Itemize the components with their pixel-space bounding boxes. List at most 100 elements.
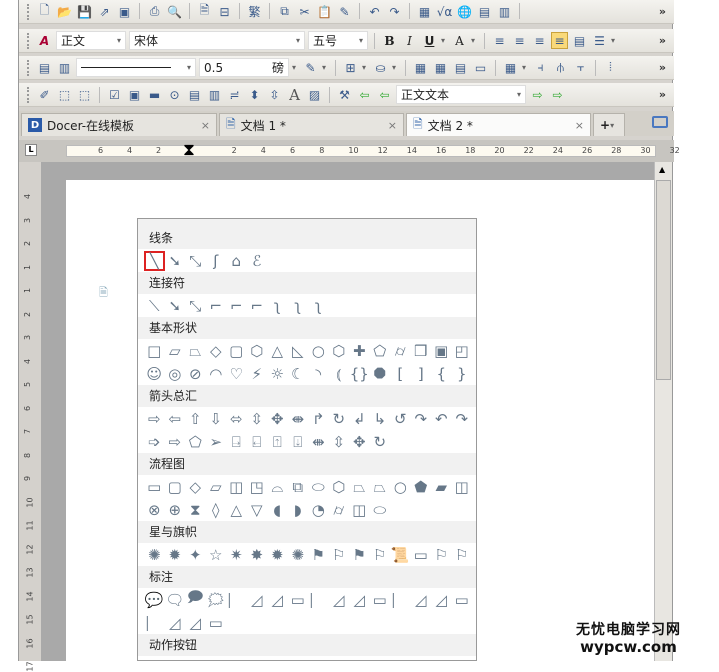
shape-button[interactable]: ℰ bbox=[247, 251, 268, 271]
style-icon[interactable]: A bbox=[36, 32, 53, 49]
shape-button[interactable]: ⬭ bbox=[370, 500, 391, 520]
close-icon[interactable]: × bbox=[388, 119, 397, 132]
shape-button[interactable]: ◖ bbox=[267, 500, 288, 520]
shape-button[interactable]: ◗ bbox=[288, 500, 309, 520]
insert-column-icon[interactable]: ⫛ bbox=[552, 59, 569, 76]
shape-button[interactable]: ⧉ bbox=[288, 477, 309, 497]
shape-button[interactable]: ⬭ bbox=[308, 477, 329, 497]
shape-button[interactable]: ⊘ bbox=[185, 364, 206, 384]
shape-button[interactable]: ◿ bbox=[411, 590, 432, 610]
shape-button[interactable]: ↷ bbox=[452, 409, 473, 429]
close-icon[interactable]: × bbox=[201, 119, 210, 132]
shape-button[interactable]: ] bbox=[411, 364, 432, 384]
shape-button[interactable]: ◳ bbox=[247, 477, 268, 497]
tab-stop-icon[interactable]: L bbox=[25, 144, 37, 156]
scrollbar-control-icon[interactable]: ⇳ bbox=[266, 86, 283, 103]
tab-document-1[interactable]: 🗎 文档 1 * × bbox=[219, 113, 404, 136]
shape-button[interactable]: ▱ bbox=[165, 341, 186, 361]
shape-button[interactable]: ▭ bbox=[144, 477, 165, 497]
shape-button[interactable]: ◿ bbox=[431, 590, 452, 610]
fill-color-icon[interactable]: ⛀ bbox=[372, 59, 389, 76]
shape-button[interactable]: ▭ bbox=[452, 590, 473, 610]
shape-button[interactable]: ⇨ bbox=[165, 432, 186, 452]
distribute-icon[interactable]: ▤ bbox=[571, 32, 588, 49]
shape-button[interactable]: ✥ bbox=[349, 432, 370, 452]
line-spacing-icon[interactable]: ☰ bbox=[591, 32, 608, 49]
shape-button[interactable]: ⏢ bbox=[349, 477, 370, 497]
pdf-icon[interactable]: ▣ bbox=[116, 3, 133, 20]
more-button[interactable]: » bbox=[659, 88, 666, 101]
command-button-icon[interactable]: ▬ bbox=[146, 86, 163, 103]
shape-button[interactable]: ⚐ bbox=[370, 545, 391, 565]
shape-button[interactable]: ▰ bbox=[431, 477, 452, 497]
align-center-icon[interactable]: ≡ bbox=[511, 32, 528, 49]
line-shape-button-selected[interactable]: ╲ bbox=[144, 250, 165, 271]
columns-icon[interactable]: ▥ bbox=[496, 3, 513, 20]
label-control-icon[interactable]: A bbox=[286, 86, 303, 104]
shape-button[interactable]: ↱ bbox=[308, 409, 329, 429]
table-split-icon[interactable]: ▦ bbox=[432, 59, 449, 76]
shape-button[interactable]: ↷ bbox=[411, 409, 432, 429]
more-controls-icon[interactable]: ⚒ bbox=[336, 86, 353, 103]
shape-button[interactable]: ⌐ bbox=[226, 296, 247, 316]
shape-button[interactable]: ◝ bbox=[308, 364, 329, 384]
underline-button[interactable]: U bbox=[421, 32, 438, 49]
grid-icon[interactable]: ▤ bbox=[476, 3, 493, 20]
shape-button[interactable]: ⍗ bbox=[288, 432, 309, 452]
shape-button[interactable]: □ bbox=[144, 341, 165, 361]
shape-button[interactable]: ▭ bbox=[288, 590, 309, 610]
shape-button[interactable]: ◫ bbox=[226, 477, 247, 497]
print-preview-icon[interactable]: 🔍 bbox=[166, 3, 183, 20]
shape-button[interactable]: } bbox=[452, 364, 473, 384]
shape-button[interactable]: ⬠ bbox=[370, 341, 391, 361]
shape-button[interactable]: ⎸ bbox=[144, 613, 165, 633]
shape-button[interactable]: ✷ bbox=[226, 545, 247, 565]
shape-button[interactable]: ☆ bbox=[206, 545, 227, 565]
shape-button[interactable]: ⇦ bbox=[165, 409, 186, 429]
shape-button[interactable]: ◔ bbox=[308, 500, 329, 520]
page-setup-icon[interactable]: 🗎 bbox=[196, 3, 213, 20]
shape-button[interactable]: ✚ bbox=[349, 341, 370, 361]
shape-button[interactable]: [ bbox=[390, 364, 411, 384]
more-button[interactable]: » bbox=[659, 5, 666, 18]
shape-button[interactable]: ↻ bbox=[329, 409, 350, 429]
tab-document-2[interactable]: 🗎 文档 2 * × bbox=[406, 113, 591, 136]
shape-button[interactable]: ʅ bbox=[308, 296, 329, 316]
more-button[interactable]: » bbox=[659, 61, 666, 74]
shape-button[interactable]: ⇳ bbox=[329, 432, 350, 452]
shape-button[interactable]: ○ bbox=[308, 341, 329, 361]
shape-button[interactable]: ▣ bbox=[431, 341, 452, 361]
shape-button[interactable]: ▭ bbox=[370, 590, 391, 610]
shape-button[interactable]: ◿ bbox=[267, 590, 288, 610]
scroll-up-icon[interactable]: ▲ bbox=[659, 165, 665, 174]
vertical-ruler[interactable]: 4 3 2 1 1 2 3 4 5 6 7 8 9 10 11 12 13 14 15 16 17 bbox=[19, 162, 41, 672]
shape-button[interactable]: ⇧ bbox=[185, 409, 206, 429]
paste-icon[interactable]: 📋 bbox=[316, 3, 333, 20]
new-tab-button[interactable]: + ▾ bbox=[593, 113, 625, 136]
font-select[interactable]: 宋体 ▾ bbox=[129, 31, 305, 50]
textbox-control-icon[interactable]: ▣ bbox=[126, 86, 143, 103]
indent-marker-icon[interactable]: ⧗ bbox=[183, 140, 195, 160]
shape-button[interactable]: ⌂ bbox=[226, 251, 247, 271]
copy-icon[interactable]: ⧉ bbox=[276, 3, 293, 20]
cut-icon[interactable]: ✂ bbox=[296, 3, 313, 20]
tab-list-icon[interactable] bbox=[652, 116, 668, 128]
shape-button[interactable]: ⌭ bbox=[390, 341, 411, 361]
shape-button[interactable]: ◇ bbox=[206, 341, 227, 361]
table-merge-icon[interactable]: ▦ bbox=[412, 59, 429, 76]
shape-button[interactable]: ⌐ bbox=[206, 296, 227, 316]
shape-button[interactable]: ✹ bbox=[165, 545, 186, 565]
shape-button[interactable]: 🗯 bbox=[206, 590, 227, 610]
align-left-icon[interactable]: ≡ bbox=[491, 32, 508, 49]
redo-icon[interactable]: ↷ bbox=[386, 3, 403, 20]
export-icon[interactable]: ⇗ bbox=[96, 3, 113, 20]
print-icon[interactable]: ⎙ bbox=[146, 3, 163, 20]
shape-button[interactable]: ◠ bbox=[206, 364, 227, 384]
shape-button[interactable]: ▭ bbox=[206, 613, 227, 633]
prev-icon[interactable]: ⇦ bbox=[376, 86, 393, 103]
shape-button[interactable]: ➩ bbox=[144, 432, 165, 452]
open-icon[interactable]: 📂 bbox=[56, 3, 73, 20]
line-width-select[interactable]: 0.5 磅 bbox=[199, 58, 289, 77]
shape-button[interactable]: ⊕ bbox=[165, 500, 186, 520]
font-color-button[interactable]: A bbox=[451, 32, 468, 49]
